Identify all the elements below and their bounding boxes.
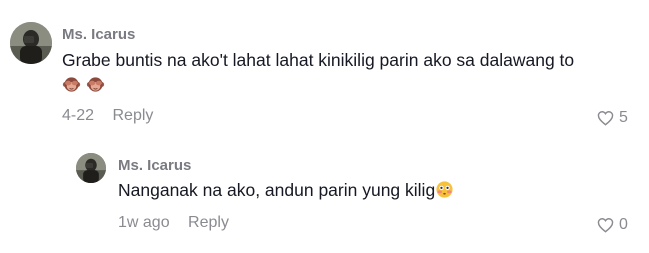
see-no-evil-monkey-icon xyxy=(86,75,105,94)
comment-meta: 1w ago Reply xyxy=(118,214,229,232)
reply-button[interactable]: Reply xyxy=(188,214,229,231)
comment-username[interactable]: Ms. Icarus xyxy=(118,157,191,174)
comment-date: 1w ago xyxy=(118,214,170,231)
see-no-evil-monkey-icon xyxy=(62,75,81,94)
avatar-photo xyxy=(10,22,52,64)
reply-button[interactable]: Reply xyxy=(112,107,153,124)
like-count: 5 xyxy=(619,109,628,126)
like-button[interactable]: 5 xyxy=(597,109,628,127)
comment-text: Nanganak na ako, andun parin yung kilig xyxy=(118,178,618,203)
avatar[interactable] xyxy=(10,22,52,64)
like-button[interactable]: 0 xyxy=(597,216,628,234)
heart-icon xyxy=(597,111,614,126)
comment-date: 4-22 xyxy=(62,107,95,124)
comment-text: Grabe buntis na ako't lahat lahat kiniki… xyxy=(62,48,582,98)
comment-body: Nanganak na ako, andun parin yung kilig xyxy=(118,180,436,200)
like-count: 0 xyxy=(619,216,628,233)
comment-username[interactable]: Ms. Icarus xyxy=(62,26,135,43)
comment-body: Grabe buntis na ako't lahat lahat kiniki… xyxy=(62,50,575,70)
heart-icon xyxy=(597,218,614,233)
flushed-face-icon xyxy=(435,180,454,199)
comment-meta: 4-22 Reply xyxy=(62,107,153,125)
avatar[interactable] xyxy=(76,153,106,183)
avatar-photo xyxy=(76,153,106,183)
